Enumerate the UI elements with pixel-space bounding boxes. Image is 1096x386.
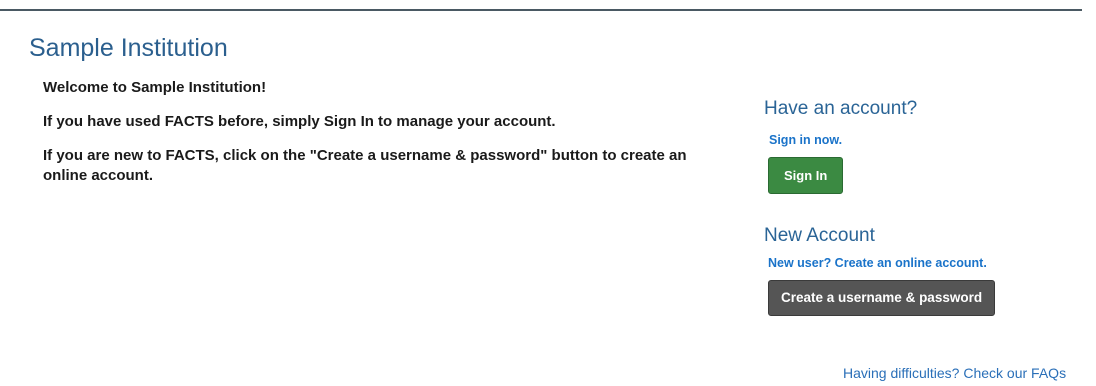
new-account-section: New Account New user? Create an online a… <box>764 224 1074 316</box>
welcome-message: Welcome to Sample Institution! <box>43 79 267 96</box>
intro-text: Welcome to Sample Institution! If you ha… <box>43 78 733 200</box>
sign-in-button[interactable]: Sign In <box>768 157 844 194</box>
have-account-section: Have an account? Sign in now. Sign In <box>764 97 1074 194</box>
returning-user-message: If you have used FACTS before, simply Si… <box>43 113 556 130</box>
create-account-link[interactable]: New user? Create an online account. <box>768 256 1074 270</box>
faq-link[interactable]: Having difficulties? Check our FAQs <box>843 365 1066 381</box>
page-title: Sample Institution <box>29 34 228 62</box>
sign-in-now-link[interactable]: Sign in now. <box>769 133 1074 147</box>
create-username-password-button[interactable]: Create a username & password <box>768 280 996 316</box>
new-account-heading: New Account <box>764 225 875 246</box>
new-user-message: If you are new to FACTS, click on the "C… <box>43 147 687 184</box>
header-divider <box>0 9 1082 11</box>
account-sidebar: Have an account? Sign in now. Sign In Ne… <box>764 97 1074 316</box>
have-account-heading: Have an account? <box>764 98 918 119</box>
